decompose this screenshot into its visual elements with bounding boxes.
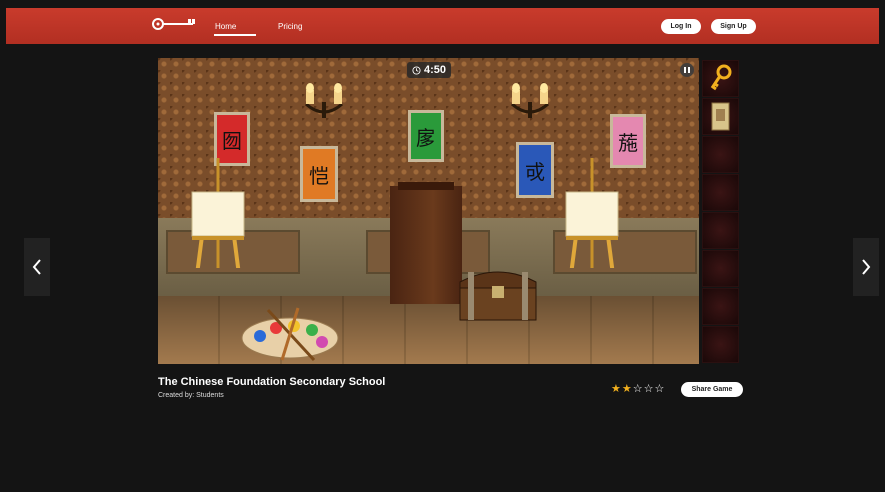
star-filled-icon[interactable]: ★ [622,383,632,395]
nav-home-link[interactable]: Home [215,22,236,31]
star-empty-icon[interactable]: ☆ [633,383,643,395]
poster-blue[interactable]: 戓 [516,142,554,198]
next-scene-button[interactable] [853,238,879,296]
inventory-panel [702,60,739,364]
clock-icon [412,65,421,75]
inventory-slot[interactable] [702,136,739,173]
paint-palette-icon[interactable] [238,306,348,362]
star-empty-icon[interactable]: ☆ [655,383,665,395]
paper-note-icon [711,102,730,131]
login-button[interactable]: Log In [661,19,701,34]
star-filled-icon[interactable]: ★ [611,383,621,395]
page-background: Home Pricing Log In Sign Up 囫 恺 扅 戓 葹 4:… [0,0,885,492]
inventory-slot[interactable] [702,174,739,211]
key-icon [710,64,732,91]
star-empty-icon[interactable]: ☆ [644,383,654,395]
previous-scene-button[interactable] [24,238,50,296]
poster-orange[interactable]: 恺 [300,146,338,202]
podium[interactable] [390,186,462,304]
pause-icon [684,67,690,73]
star-rating[interactable]: ★ ★ ☆ ☆ ☆ [611,383,664,395]
timer-value: 4:50 [423,64,447,76]
inventory-slot[interactable] [702,288,739,325]
inventory-slot[interactable] [702,98,739,135]
easel-left[interactable] [188,158,248,268]
countdown-timer: 4:50 [407,62,451,78]
treasure-chest-icon[interactable] [458,266,538,322]
game-scene[interactable]: 囫 恺 扅 戓 葹 4:50 [158,58,699,364]
wall-sconce-icon [511,83,549,118]
top-navigation-bar: Home Pricing Log In Sign Up [6,8,879,44]
nav-pricing-link[interactable]: Pricing [278,22,302,31]
pause-button[interactable] [680,63,694,77]
inventory-slot[interactable] [702,60,739,97]
easel-right[interactable] [562,158,622,268]
chevron-right-icon [862,259,871,275]
inventory-slot[interactable] [702,212,739,249]
chevron-left-icon [32,259,41,275]
wall-sconce-icon [305,83,343,118]
key-logo-icon[interactable] [150,14,198,34]
podium-top [398,182,454,190]
signup-button[interactable]: Sign Up [711,19,756,34]
share-game-button[interactable]: Share Game [681,382,743,397]
game-title: The Chinese Foundation Secondary School [158,376,386,388]
inventory-slot[interactable] [702,326,739,363]
inventory-slot[interactable] [702,250,739,287]
nav-active-indicator [214,34,256,36]
poster-green[interactable]: 扅 [408,110,444,162]
game-creator: Created by: Students [158,392,224,399]
